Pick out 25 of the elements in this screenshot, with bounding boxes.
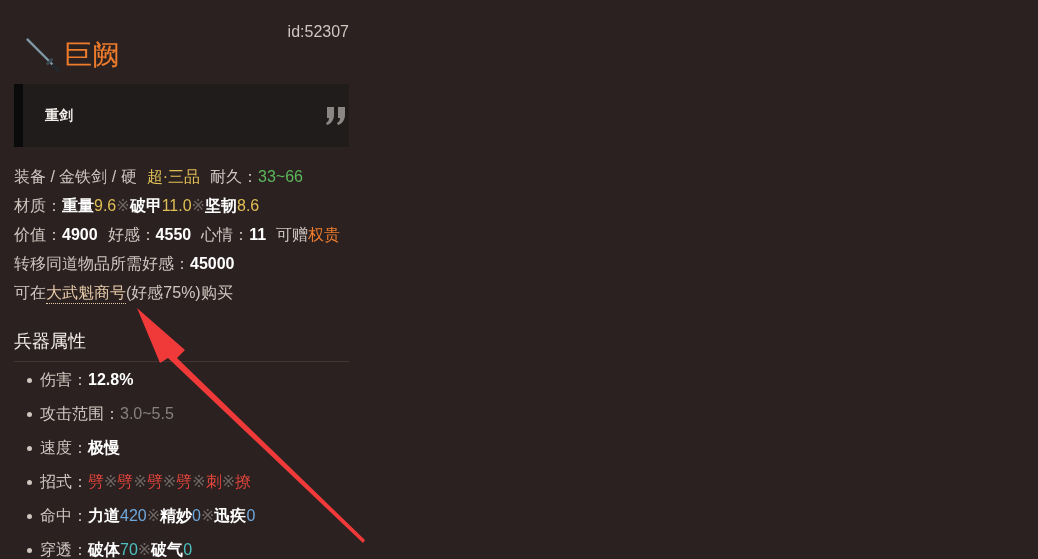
info-line: 装备 / 金铁剑 / 硬 超·三品 耐久：33~66	[14, 167, 303, 187]
info-line: 转移同道物品所需好感：45000	[14, 254, 235, 274]
bullet-icon	[27, 445, 32, 451]
info-text: (好感75%)购买	[126, 283, 233, 303]
attribute-text: 穿透：破体70※破气0	[40, 540, 193, 559]
info-text: 可在	[14, 283, 46, 303]
bullet-icon	[27, 547, 32, 553]
attribute-text: 速度：极慢	[40, 438, 120, 458]
bullet-icon	[27, 377, 32, 383]
bullet-icon	[27, 479, 32, 485]
bullet-icon	[27, 411, 32, 417]
item-name: 巨阙	[64, 38, 120, 72]
attribute-text: 攻击范围：3.0~5.5	[40, 404, 174, 424]
quote-text: 重剑	[45, 106, 73, 125]
sword-icon	[24, 36, 62, 74]
attribute-text: 伤害：12.8%	[40, 370, 134, 390]
info-line: 价值：4900 好感：4550 心情：11 可赠权贵	[14, 225, 341, 245]
item-id: id:52307	[287, 22, 349, 42]
section-heading: 兵器属性	[14, 330, 87, 353]
attribute-text: 命中：力道420※精妙0※迅疾0	[40, 506, 256, 526]
bullet-icon	[27, 513, 32, 519]
attribute-text: 招式：劈※劈※劈※劈※刺※撩	[40, 472, 252, 492]
quote-mark-icon	[325, 106, 347, 125]
shop-link[interactable]: 大武魁商号	[46, 283, 126, 304]
info-line: 材质：重量9.6※破甲11.0※坚韧8.6	[14, 196, 260, 216]
